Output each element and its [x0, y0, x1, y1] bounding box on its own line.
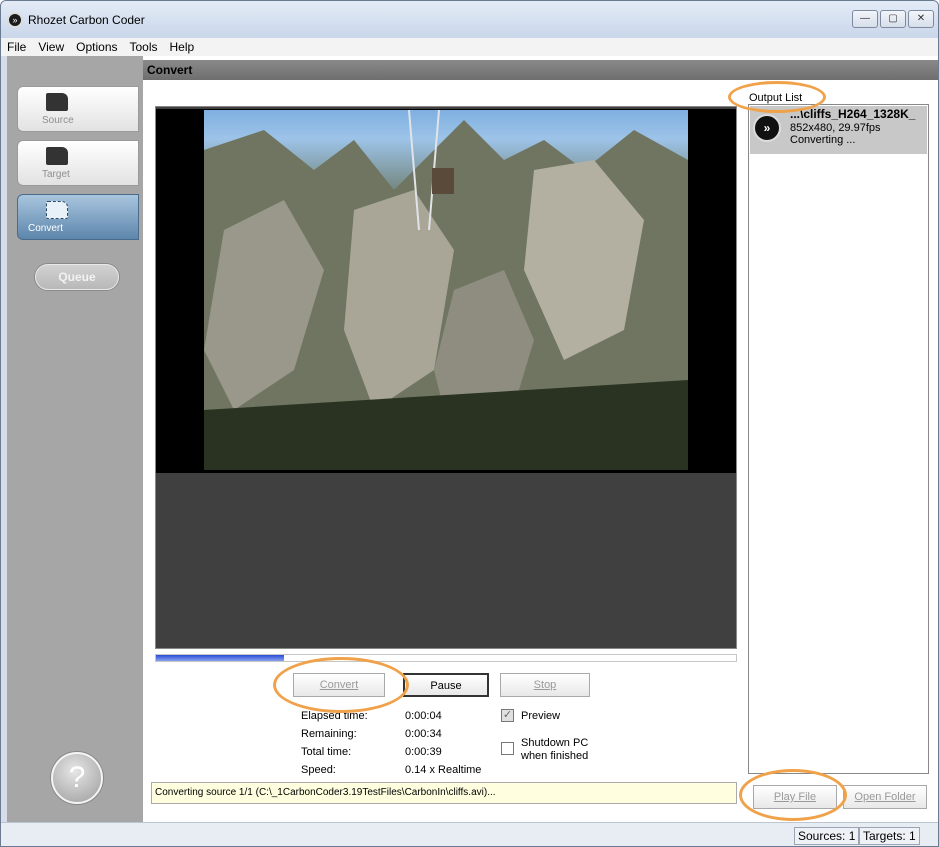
cliffs-scene	[204, 110, 688, 470]
progress-fill	[156, 655, 284, 661]
app-window: » Rhozet Carbon Coder — ▢ ✕ File View Op…	[0, 0, 939, 847]
tab-target-label: Target	[42, 169, 70, 180]
convert-button[interactable]: Convert	[293, 673, 385, 697]
tab-source-label: Source	[42, 115, 74, 126]
menu-options[interactable]: Options	[70, 38, 123, 56]
target-folder-icon	[46, 147, 68, 165]
minimize-button[interactable]: —	[852, 10, 878, 28]
sources-count: Sources: 1	[794, 827, 860, 845]
speed-label: Speed:	[301, 764, 336, 776]
stop-button[interactable]: Stop	[500, 673, 590, 697]
status-message: Converting source 1/1 (C:\_1CarbonCoder3…	[151, 782, 737, 804]
title-bar: » Rhozet Carbon Coder — ▢ ✕	[1, 1, 938, 38]
sidebar: Source Target Convert Queue ?	[7, 56, 143, 822]
main-panel: Convert Convert Pause Stop Elapsed time:…	[143, 56, 938, 822]
video-preview	[155, 106, 737, 649]
elapsed-value: 0:00:04	[405, 710, 442, 722]
shutdown-label-line2: when finished	[521, 750, 589, 762]
pause-button[interactable]: Pause	[403, 673, 489, 697]
targets-count: Targets: 1	[859, 827, 920, 845]
remaining-label: Remaining:	[301, 728, 357, 740]
page-title: Convert	[143, 60, 938, 80]
output-item-status: Converting ...	[790, 134, 856, 146]
menu-file[interactable]: File	[1, 38, 32, 56]
queue-button[interactable]: Queue	[35, 264, 119, 290]
shutdown-checkbox[interactable]	[501, 742, 514, 755]
elapsed-label: Elapsed time:	[301, 710, 368, 722]
window-title: Rhozet Carbon Coder	[28, 13, 145, 27]
list-item[interactable]: » ...\cliffs_H264_1328K_ 852x480, 29.97f…	[750, 106, 927, 154]
remaining-value: 0:00:34	[405, 728, 442, 740]
output-item-title: ...\cliffs_H264_1328K_	[790, 107, 916, 121]
menu-tools[interactable]: Tools	[124, 38, 164, 56]
video-frame-image	[204, 110, 688, 470]
tab-convert[interactable]: Convert	[17, 194, 139, 240]
speed-value: 0.14 x Realtime	[405, 764, 482, 776]
tab-target[interactable]: Target	[17, 140, 139, 186]
conversion-progress-bar	[155, 654, 737, 662]
play-forward-icon: »	[753, 114, 781, 142]
open-folder-button[interactable]: Open Folder	[843, 785, 927, 809]
total-time-label: Total time:	[301, 746, 352, 758]
preview-label: Preview	[521, 710, 561, 722]
help-button[interactable]: ?	[51, 752, 103, 804]
menu-view[interactable]: View	[32, 38, 70, 56]
maximize-button[interactable]: ▢	[880, 10, 906, 28]
tab-convert-label: Convert	[28, 223, 64, 234]
total-time-value: 0:00:39	[405, 746, 442, 758]
convert-icon	[46, 201, 68, 219]
shutdown-label-line1: Shutdown PC	[521, 737, 589, 749]
output-item-format: 852x480, 29.97fps	[790, 122, 881, 134]
menu-bar: File View Options Tools Help	[1, 38, 938, 56]
preview-checkbox[interactable]: ✓	[501, 709, 514, 722]
status-bar: Sources: 1 Targets: 1	[1, 822, 938, 846]
app-logo-icon: »	[7, 12, 23, 28]
tab-source[interactable]: Source	[17, 86, 139, 132]
close-button[interactable]: ✕	[908, 10, 934, 28]
folder-icon	[46, 93, 68, 111]
output-list-label: Output List	[749, 92, 803, 104]
output-list[interactable]: » ...\cliffs_H264_1328K_ 852x480, 29.97f…	[748, 104, 929, 774]
play-file-button[interactable]: Play File	[753, 785, 837, 809]
menu-help[interactable]: Help	[164, 38, 201, 56]
